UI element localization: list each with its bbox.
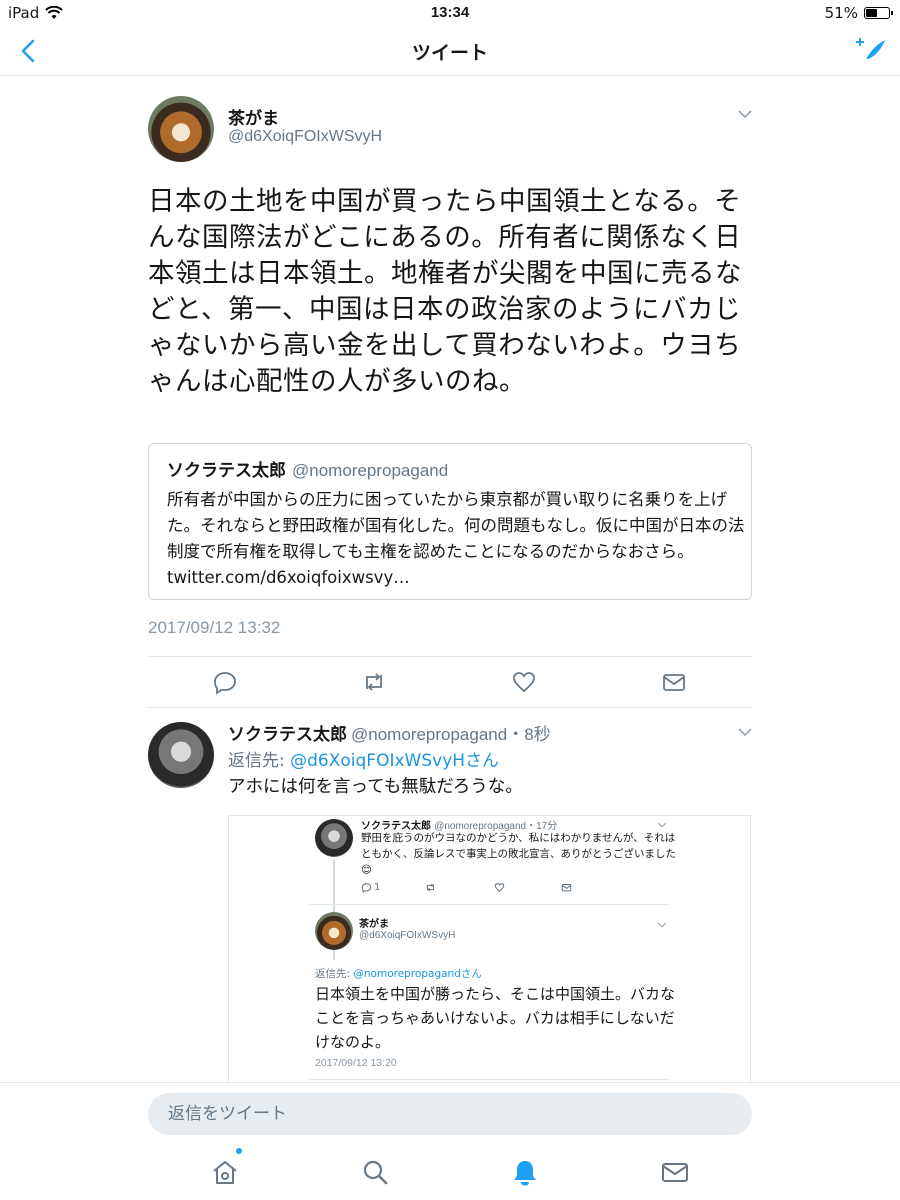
page-title: ツイート <box>411 42 488 64</box>
status-bar: iPad 13:34 51% <box>0 0 900 26</box>
reply-icon[interactable] <box>212 669 238 695</box>
reply-header: ソクラテス太郎 @nomorepropagand・8秒 <box>228 720 551 745</box>
screenshot-name-2: 茶がま <box>359 919 389 930</box>
chevron-down-icon[interactable] <box>737 724 753 740</box>
reply-compose-input[interactable]: 返信をツイート <box>148 1093 752 1135</box>
compose-bar: 返信をツイート <box>0 1082 900 1200</box>
compose-quill-icon[interactable] <box>854 34 888 68</box>
screenshot-divider <box>309 1079 669 1080</box>
tweet-timestamp: 2017/09/12 13:32 <box>148 618 281 637</box>
quoted-tweet-card[interactable]: ソクラテス太郎 @nomorepropagand 所有者が中国からの圧力に困ってい… <box>148 443 752 600</box>
author-name[interactable]: 茶がま <box>228 104 279 129</box>
screenshot-text-2: 日本領土を中国が勝ったら、そこは中国領土。バカなことを言っちゃあいけないよ。バカ… <box>315 985 676 1051</box>
reply-author-avatar[interactable] <box>148 722 214 788</box>
reply-to-link[interactable]: @d6XoiqFOIxWSvyHさん <box>290 751 499 771</box>
reply-meta: @nomorepropagand・8秒 <box>351 725 551 744</box>
reply-text: アホには何を言っても無駄だろうな。 <box>228 777 523 797</box>
nav-bar: ツイート <box>0 26 900 76</box>
screenshot-reply-count: 1 <box>374 882 381 893</box>
quoted-author-name: ソクラテス太郎 <box>167 461 286 481</box>
quoted-tweet-text: 所有者が中国からの圧力に困っていたから東京都が買い取りに名乗りを上げた。それなら… <box>167 490 745 587</box>
battery-icon <box>864 7 893 19</box>
screenshot-divider <box>309 904 669 905</box>
screenshot-reply-to-link: @nomorepropagandさん <box>353 968 482 980</box>
screenshot-actions-1: 1 <box>361 882 581 896</box>
tweet-text: 日本の土地を中国が買ったら中国領土となる。そんな国際法がどこにあるの。所有者に関… <box>148 186 742 397</box>
screenshot-dm-icon <box>561 882 572 896</box>
battery-fill <box>866 9 877 17</box>
chevron-down-icon <box>657 922 667 928</box>
screenshot-reply-icon <box>361 882 372 896</box>
screenshot-text-1: 野田を庇うのがウヨなのかどうか、私にはわかりませんが、それはともかく、反論レスで… <box>361 832 676 876</box>
screenshot-like-icon <box>494 882 505 896</box>
quoted-author-handle: @nomorepropagand <box>292 461 449 480</box>
quoted-tweet-header: ソクラテス太郎 @nomorepropagand <box>167 456 448 481</box>
screenshot-avatar-2 <box>315 912 353 950</box>
author-avatar[interactable] <box>148 96 214 162</box>
screenshot-reply-to: 返信先: @nomorepropagandさん <box>315 966 482 981</box>
chevron-down-icon <box>657 822 667 828</box>
reply-author-name[interactable]: ソクラテス太郎 <box>228 725 347 745</box>
search-icon[interactable] <box>360 1157 390 1187</box>
messages-icon[interactable] <box>660 1157 690 1187</box>
screenshot-avatar-1 <box>315 819 353 857</box>
screenshot-retweet-icon <box>425 882 436 896</box>
tweet-actions <box>148 656 752 708</box>
dm-icon[interactable] <box>661 669 687 695</box>
like-icon[interactable] <box>511 669 537 695</box>
battery-percent: 51% <box>824 4 858 22</box>
screenshot-reply-to-prefix: 返信先: <box>315 968 354 980</box>
author-handle[interactable]: @d6XoiqFOIxWSvyH <box>228 128 382 146</box>
reply-to-prefix: 返信先: <box>228 751 291 771</box>
screenshot-time-2: 2017/09/12 13:20 <box>315 1057 397 1069</box>
status-right: 51% <box>824 4 893 22</box>
home-icon[interactable] <box>210 1157 240 1187</box>
chevron-down-icon[interactable] <box>737 106 753 122</box>
home-badge-dot <box>236 1148 242 1154</box>
screenshot-handle-2: @d6XoiqFOIxWSvyH <box>359 930 456 941</box>
retweet-icon[interactable] <box>361 669 387 695</box>
attached-image[interactable]: ソクラテス太郎 @nomorepropagand・17分 野田を庇うのがウヨなの… <box>228 815 751 1083</box>
notifications-icon[interactable] <box>510 1157 540 1187</box>
status-time: 13:34 <box>430 4 470 21</box>
reply-to-line: 返信先: @d6XoiqFOIxWSvyHさん <box>228 746 499 771</box>
